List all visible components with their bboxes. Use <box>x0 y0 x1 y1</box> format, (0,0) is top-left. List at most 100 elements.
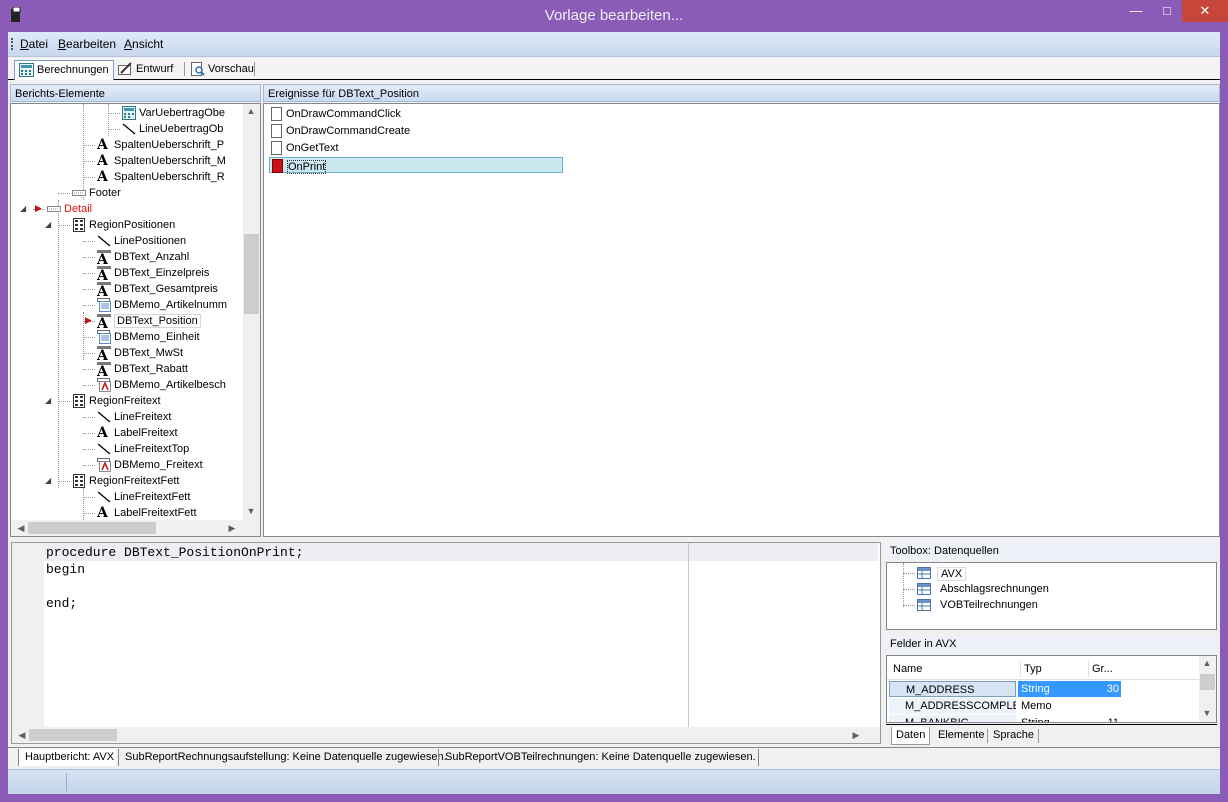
dbtext-icon: A <box>97 362 111 379</box>
field-row[interactable]: M_ADDRESS String 30 <box>887 681 1199 698</box>
event-item[interactable]: OnDrawCommandCreate <box>269 123 469 139</box>
code-hscroll-thumb[interactable] <box>29 729 117 741</box>
scroll-right-icon[interactable]: ▶ <box>224 523 240 534</box>
menu-datei[interactable]: Datei <box>20 37 48 51</box>
menu-ansicht[interactable]: Ansicht <box>124 37 163 51</box>
tree-item-label: RegionFreitextFett <box>89 475 180 487</box>
tree-vertical-scrollbar[interactable]: ▲ ▼ <box>243 104 260 520</box>
tree-item-label: LabelFreitext <box>114 427 178 439</box>
tree-item-label: DBText_MwSt <box>114 347 184 359</box>
tree-item[interactable]: DBMemo_Einheit <box>11 329 243 345</box>
tree-item-label: DBText_Einzelpreis <box>114 267 210 279</box>
tree-item[interactable]: LineUebertragOb <box>11 121 243 137</box>
tree-item[interactable]: ◢ RegionFreitext <box>11 393 243 409</box>
field-name: M_ADDRESS <box>889 681 1016 697</box>
collapse-toggle-icon[interactable]: ◢ <box>45 396 51 405</box>
tree-item[interactable]: LineFreitextTop <box>11 441 243 457</box>
code-horizontal-scrollbar[interactable]: ◀ ▶ <box>12 727 880 743</box>
tree-item[interactable]: VarUebertragObe <box>11 105 243 121</box>
title-bar[interactable]: Vorlage bearbeiten... — □ ✕ <box>0 0 1228 32</box>
tree-item[interactable]: A SpaltenUeberschrift_M <box>11 153 243 169</box>
tree-item[interactable]: A DBText_MwSt <box>11 345 243 363</box>
tree-item[interactable]: A LabelFreitext <box>11 425 243 441</box>
tree-item[interactable]: LineFreitextFett <box>11 489 243 505</box>
tree-item[interactable]: ◢ RegionFreitextFett <box>11 473 243 489</box>
tab-entwurf[interactable]: Entwurf <box>114 60 177 79</box>
tab-elemente[interactable]: Elemente <box>934 727 988 745</box>
band-icon <box>72 186 86 200</box>
tree-line <box>83 433 95 434</box>
column-header-name[interactable]: Name <box>890 661 1010 677</box>
scroll-up-icon[interactable]: ▲ <box>243 106 259 116</box>
maximize-button[interactable]: □ <box>1152 0 1182 22</box>
tree-item-label: DBText_Gesamtpreis <box>114 283 218 295</box>
subreport-tab-vobteilrechnungen[interactable]: SubReportVOBTeilrechnungen: Keine Datenq… <box>438 749 759 766</box>
field-row[interactable]: M_ADDRESSCOMPLETE Memo <box>887 698 1199 715</box>
datasource-item[interactable]: Abschlagsrechnungen <box>897 581 1097 597</box>
event-item[interactable]: OnDrawCommandClick <box>269 106 469 122</box>
column-header-type[interactable]: Typ <box>1020 661 1080 677</box>
tab-vorschau[interactable]: Vorschau <box>186 60 258 79</box>
scroll-left-icon[interactable]: ◀ <box>13 523 29 534</box>
tree-item[interactable]: ◢ RegionPositionen <box>11 217 243 233</box>
tree-item[interactable]: A ▶ DBText_Position <box>11 313 243 331</box>
close-button[interactable]: ✕ <box>1182 0 1228 22</box>
line-icon <box>97 442 111 456</box>
table-icon <box>917 567 931 579</box>
tree-item[interactable]: A DBText_Rabatt <box>11 361 243 379</box>
tree-item[interactable]: A DBText_Gesamtpreis <box>11 281 243 299</box>
tree-item[interactable]: A SpaltenUeberschrift_R <box>11 169 243 185</box>
tree-horizontal-scrollbar[interactable]: ◀ ▶ <box>11 520 260 536</box>
tree-scroll-thumb[interactable] <box>244 234 259 314</box>
collapse-toggle-icon[interactable]: ◢ <box>45 220 51 229</box>
scroll-right-icon[interactable]: ▶ <box>848 730 864 741</box>
menu-bearbeiten[interactable]: Bearbeiten <box>58 37 116 51</box>
datasource-label: AVX <box>937 567 967 581</box>
events-header: Ereignisse für DBText_Position <box>263 84 1220 102</box>
scroll-up-icon[interactable]: ▲ <box>1199 658 1215 668</box>
scroll-down-icon[interactable]: ▼ <box>243 506 259 516</box>
field-row[interactable]: M_BANKBIC String 11 <box>887 715 1199 722</box>
subreport-tab-rechnungsaufstellung[interactable]: SubReportRechnungsaufstellung: Keine Dat… <box>118 749 449 766</box>
event-item[interactable]: OnPrint <box>269 157 563 174</box>
tree-item[interactable]: A DBText_Anzahl <box>11 249 243 267</box>
field-type: Memo <box>1021 700 1052 712</box>
event-item[interactable]: OnGetText <box>269 140 469 156</box>
tree-item[interactable]: ◢ ▶ Detail <box>11 201 243 217</box>
tree-item[interactable]: Footer <box>11 185 243 201</box>
code-editor[interactable]: procedure DBText_PositionOnPrint; begin … <box>11 542 881 744</box>
tree-item-label: RegionFreitext <box>89 395 161 407</box>
tree-item[interactable]: LinePositionen <box>11 233 243 249</box>
minimize-button[interactable]: — <box>1121 0 1151 22</box>
datasource-item[interactable]: VOBTeilrechnungen <box>897 597 1097 613</box>
tab-daten[interactable]: Daten <box>891 727 931 745</box>
tree-hscroll-thumb[interactable] <box>28 522 156 534</box>
label-icon: A <box>97 153 108 169</box>
status-bar <box>8 769 1220 794</box>
subreport-tab-main[interactable]: Hauptbericht: AVX <box>18 749 117 766</box>
datasource-item[interactable]: AVX <box>897 565 1097 581</box>
tree-item[interactable]: A LabelFreitextFett <box>11 505 243 521</box>
tree-item-label: SpaltenUeberschrift_P <box>114 139 225 151</box>
tree-item[interactable]: DBMemo_Freitext <box>11 457 243 473</box>
tree-item[interactable]: DBMemo_Artikelnumm <box>11 297 243 313</box>
tree-item[interactable]: DBMemo_Artikelbesch <box>11 377 243 393</box>
tree-item[interactable]: LineFreitext <box>11 409 243 425</box>
tab-berechnungen[interactable]: Berechnungen <box>14 60 114 80</box>
tree-line <box>58 401 70 402</box>
tab-sprache[interactable]: Sprache <box>989 727 1038 745</box>
collapse-toggle-icon[interactable]: ◢ <box>45 476 51 485</box>
column-header-size[interactable]: Gr... <box>1088 661 1124 677</box>
scroll-left-icon[interactable]: ◀ <box>14 730 30 741</box>
dbtext-icon: A <box>97 346 111 363</box>
menu-grip-icon[interactable] <box>11 38 13 50</box>
scroll-down-icon[interactable]: ▼ <box>1199 708 1215 718</box>
dbmemo-icon <box>97 330 111 344</box>
label-icon: A <box>97 505 108 521</box>
calculator-icon <box>19 63 34 77</box>
fields-vertical-scrollbar[interactable]: ▲ ▼ <box>1199 656 1216 722</box>
tree-item[interactable]: A DBText_Einzelpreis <box>11 265 243 283</box>
fields-scroll-thumb[interactable] <box>1200 674 1215 690</box>
tree-item[interactable]: A SpaltenUeberschrift_P <box>11 137 243 153</box>
collapse-toggle-icon[interactable]: ◢ <box>20 204 26 213</box>
